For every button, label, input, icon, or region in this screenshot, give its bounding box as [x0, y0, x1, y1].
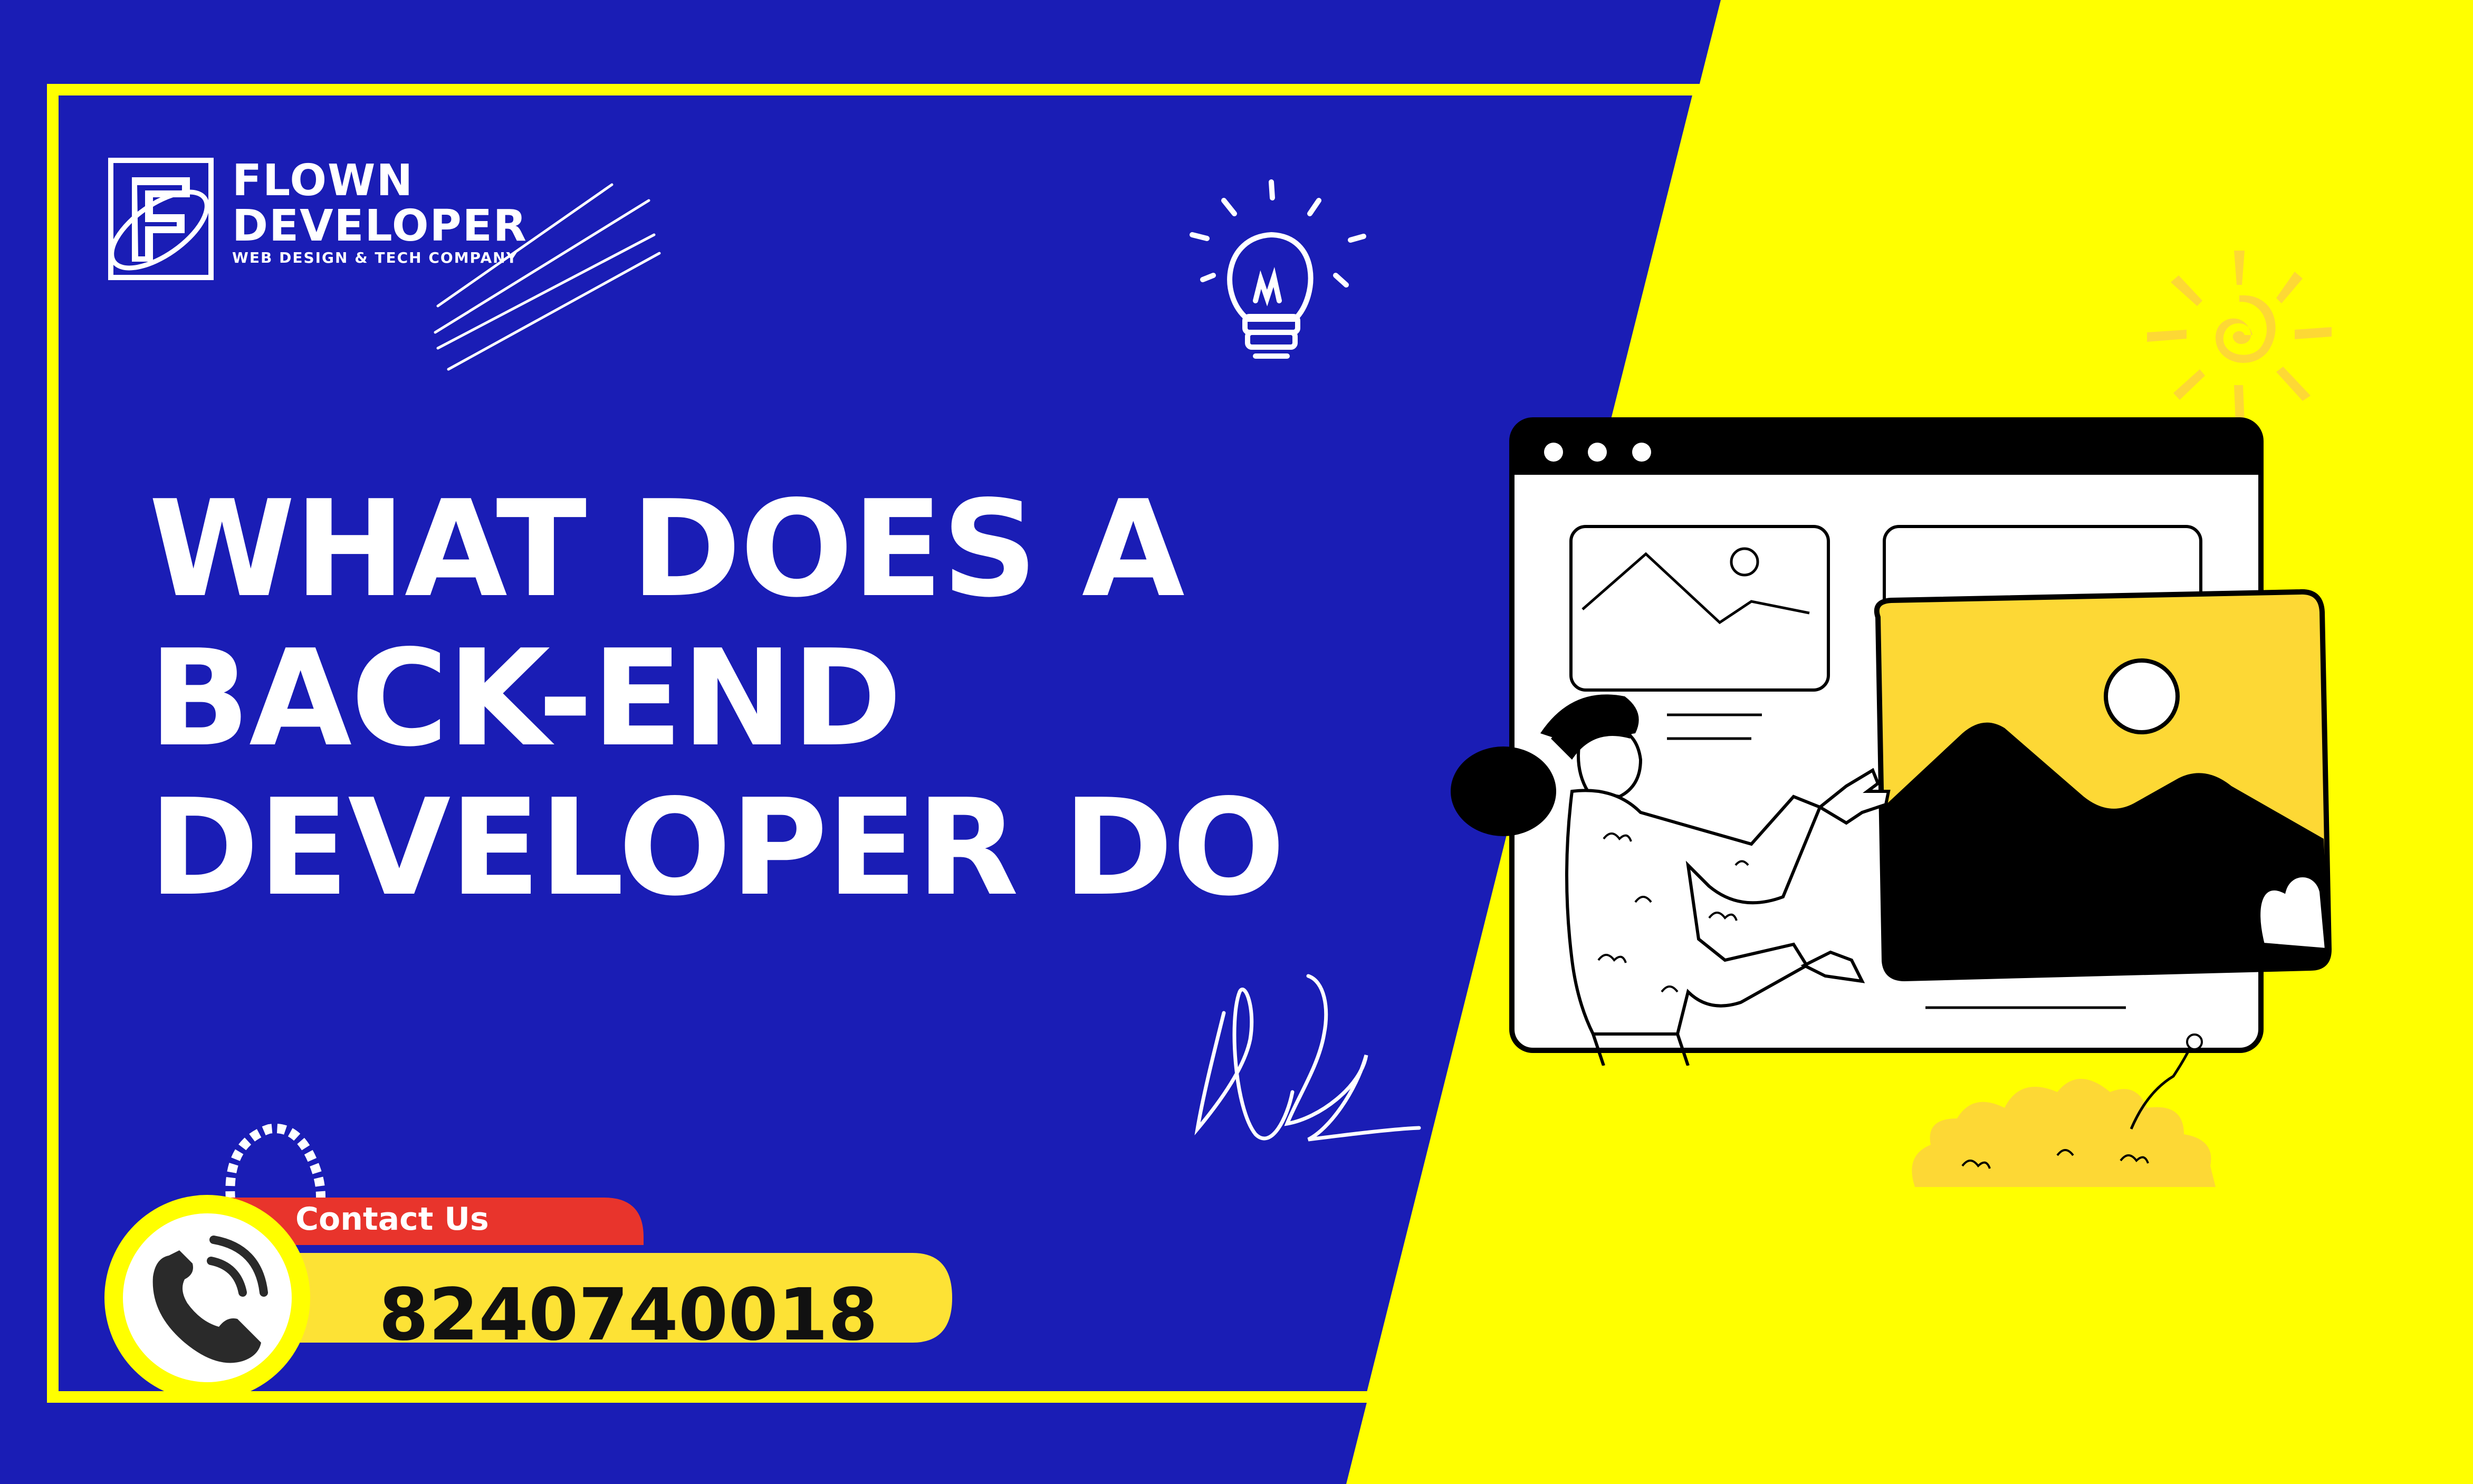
- scribble-lines: [434, 183, 661, 371]
- image-card-illustration: [1874, 589, 2332, 982]
- sun-icon: [2147, 251, 2332, 425]
- headline-line1: WHAT DOES A: [149, 472, 1185, 627]
- headline-line2: BACK-END: [149, 621, 902, 776]
- brand-logo-icon: [108, 158, 214, 280]
- bush-illustration: [1912, 1033, 2216, 1187]
- headline: WHAT DOES A BACK-END DEVELOPER DO: [149, 472, 1285, 925]
- headline-line3: DEVELOPER DO: [149, 771, 1285, 925]
- lightbulb-icon: [1190, 179, 1366, 359]
- contact-label: Contact Us: [295, 1201, 489, 1238]
- phone-number[interactable]: 8240740018: [379, 1276, 878, 1355]
- phone-icon[interactable]: [137, 1229, 280, 1372]
- signature-scribble: [1194, 974, 1421, 1142]
- woman-presenting-illustration: [1451, 694, 1891, 1066]
